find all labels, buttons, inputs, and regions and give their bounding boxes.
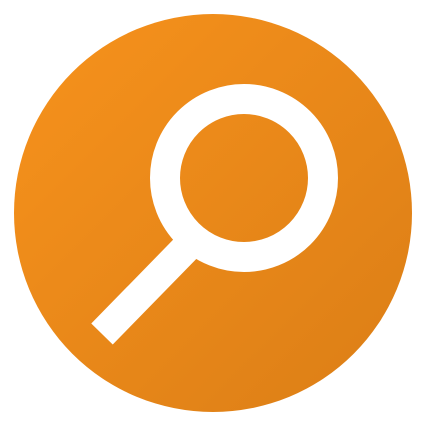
- search-app-icon[interactable]: [0, 0, 427, 427]
- icon-background-circle: [14, 14, 412, 412]
- search-icon[interactable]: [0, 0, 427, 427]
